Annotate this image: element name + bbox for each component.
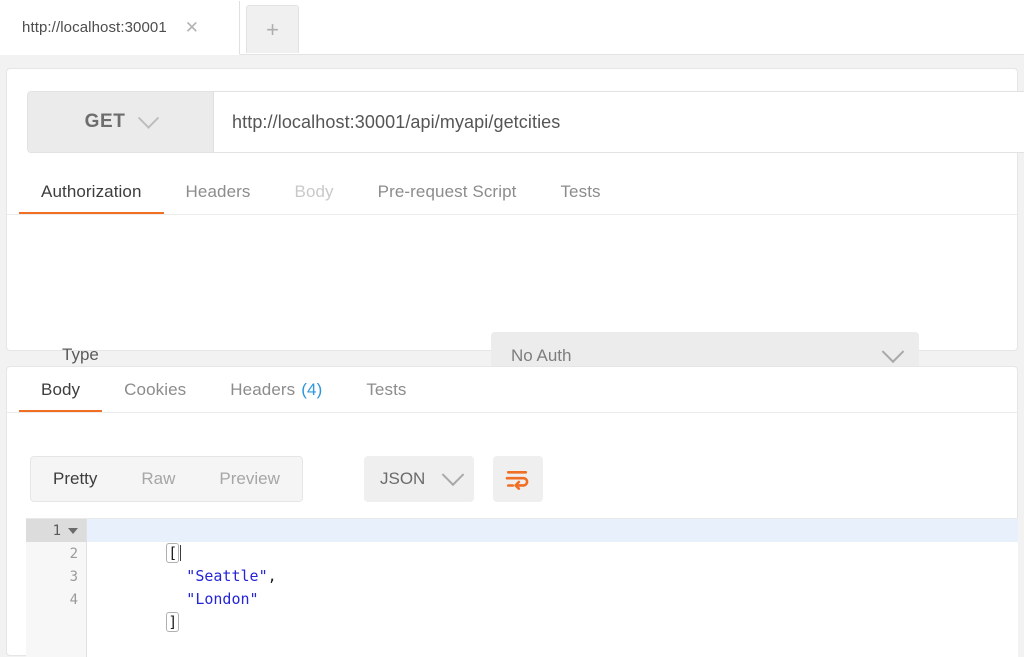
view-mode-preview[interactable]: Preview: [197, 457, 301, 501]
close-icon[interactable]: ✕: [183, 19, 201, 37]
response-headers-count: (4): [301, 380, 323, 399]
tab-authorization-label: Authorization: [41, 182, 142, 201]
auth-type-label: Type: [62, 345, 99, 364]
chevron-down-icon: [138, 107, 160, 129]
chevron-down-icon: [881, 340, 905, 364]
line-number: 1: [52, 522, 61, 539]
tab-pre-request-script[interactable]: Pre-request Script: [356, 169, 539, 215]
response-tab-tests-label: Tests: [366, 380, 407, 399]
code-line[interactable]: [: [87, 519, 1018, 563]
response-tabs: Body Cookies Headers (4) Tests: [19, 367, 429, 413]
fold-arrow-icon[interactable]: [68, 527, 78, 534]
tab-tests-label: Tests: [560, 182, 601, 201]
request-tabs-divider: [7, 214, 1017, 215]
view-mode-raw[interactable]: Raw: [119, 457, 197, 501]
line-number: 3: [69, 568, 78, 585]
wrap-text-button[interactable]: [493, 456, 543, 502]
line-number-row[interactable]: 3: [26, 565, 86, 588]
http-method-label: GET: [84, 111, 126, 132]
request-url-bar: GET http://localhost:30001/api/myapi/get…: [27, 91, 1024, 153]
code-line[interactable]: "London": [87, 565, 1018, 608]
line-number-row[interactable]: 4: [26, 588, 86, 611]
tab-authorization[interactable]: Authorization: [19, 169, 164, 215]
code-line[interactable]: ]: [87, 588, 1018, 632]
request-tab-label: http://localhost:30001: [22, 19, 167, 36]
request-tabs: Authorization Headers Body Pre-request S…: [19, 169, 623, 215]
view-mode-pretty[interactable]: Pretty: [31, 457, 119, 501]
plus-icon: +: [266, 16, 279, 42]
tab-body-label: Body: [294, 182, 334, 201]
response-panel: Body Cookies Headers (4) Tests Pretty Ra…: [6, 366, 1018, 657]
tab-pre-request-script-label: Pre-request Script: [377, 182, 517, 201]
tab-headers[interactable]: Headers: [164, 169, 273, 215]
response-format-label: JSON: [380, 469, 426, 488]
code-line[interactable]: "Seattle",: [87, 542, 1018, 585]
request-tab-localhost[interactable]: http://localhost:30001 ✕: [0, 1, 240, 55]
line-number: 4: [69, 591, 78, 608]
wrap-text-icon: [505, 471, 529, 490]
line-number-row[interactable]: 2: [26, 542, 86, 565]
auth-type-value: No Auth: [511, 346, 572, 365]
url-input[interactable]: http://localhost:30001/api/myapi/getciti…: [214, 92, 1024, 152]
request-panel: GET http://localhost:30001/api/myapi/get…: [6, 68, 1024, 380]
code-token-close-bracket: ]: [166, 612, 180, 632]
response-tab-tests[interactable]: Tests: [344, 367, 428, 413]
response-view-mode-group: Pretty Raw Preview: [30, 456, 303, 502]
response-tab-body[interactable]: Body: [19, 367, 103, 413]
new-tab-button[interactable]: +: [246, 5, 299, 53]
chevron-down-icon: [441, 463, 465, 487]
response-tabs-divider: [7, 412, 1017, 413]
response-body-editor[interactable]: 1 2 3 4 [ "Seattle", "London"]: [26, 518, 1018, 657]
request-tab-strip: http://localhost:30001 ✕ +: [0, 0, 1024, 55]
tab-tests[interactable]: Tests: [538, 169, 622, 215]
tab-headers-label: Headers: [185, 182, 251, 201]
http-method-selector[interactable]: GET: [28, 92, 214, 152]
response-tab-headers[interactable]: Headers (4): [208, 367, 344, 413]
editor-line-number-gutter: 1 2 3 4: [26, 519, 87, 657]
editor-code-area[interactable]: [ "Seattle", "London" ]: [87, 519, 1018, 657]
line-number: 2: [69, 545, 78, 562]
response-format-select[interactable]: JSON: [364, 456, 474, 502]
line-number-row[interactable]: 1: [26, 519, 86, 542]
response-tab-cookies-label: Cookies: [124, 380, 187, 399]
response-tab-cookies[interactable]: Cookies: [102, 367, 208, 413]
response-tab-body-label: Body: [41, 380, 81, 399]
tab-body[interactable]: Body: [273, 169, 356, 215]
response-tab-headers-label: Headers: [230, 380, 296, 399]
